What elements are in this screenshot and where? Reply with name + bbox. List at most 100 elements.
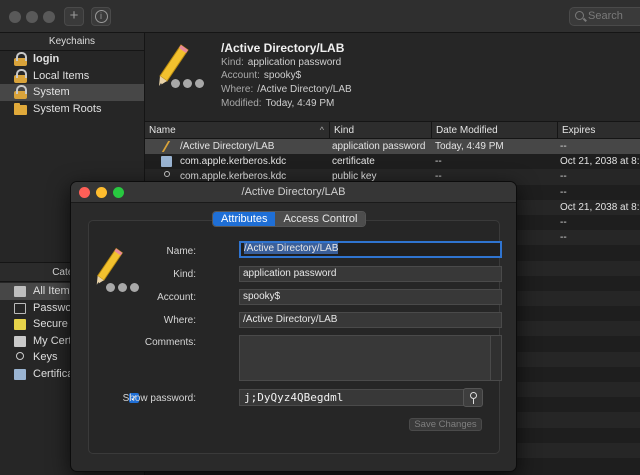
all-items-icon (14, 286, 26, 297)
item-info-dialog: /Active Directory/LAB Name: /Active Dire… (70, 181, 517, 472)
lock-icon (14, 85, 27, 99)
dialog-tabs: Attributes Access Control (212, 211, 367, 227)
column-header-name[interactable]: Name ^ (145, 122, 329, 139)
row-expires: Oct 21, 2038 at 8: (560, 201, 640, 213)
tab-access-control[interactable]: Access Control (275, 212, 366, 226)
category-item-label: All Items (33, 285, 76, 297)
certificate-icon (161, 156, 172, 168)
keys-icon (14, 352, 26, 363)
table-header: Name ^ Kind Date Modified Expires (145, 122, 640, 139)
item-title: /Active Directory/LAB (221, 41, 345, 55)
key-icon (164, 171, 170, 178)
row-expires: -- (560, 186, 567, 198)
my-certificates-icon (14, 335, 26, 347)
where-field-value: /Active Directory/LAB (243, 314, 338, 325)
show-password-label: Show password: (122, 393, 196, 404)
passwords-icon (14, 302, 26, 314)
account-value: spooky$ (263, 70, 302, 81)
category-item-label: Keys (33, 351, 58, 364)
row-expires: Oct 21, 2038 at 8: (560, 156, 640, 168)
get-info-button[interactable]: i (91, 7, 111, 26)
key-button[interactable] (463, 388, 483, 407)
row-expires: -- (560, 232, 567, 244)
password-value: j;DyQyz4QBegdml (244, 391, 344, 404)
account-field-value: spooky$ (243, 291, 281, 302)
table-row[interactable]: /Active Directory/LAB application passwo… (145, 139, 640, 155)
column-header-expires[interactable]: Expires (557, 122, 640, 139)
sidebar-item-label: Local Items (33, 69, 90, 82)
account-label: Account: (157, 292, 196, 303)
row-date: Today, 4:49 PM (435, 141, 504, 152)
search-field[interactable]: Search (569, 7, 640, 26)
name-field[interactable]: /Active Directory/LAB (239, 241, 502, 258)
attributes-panel: Name: /Active Directory/LAB Kind: applic… (88, 220, 502, 454)
lock-icon (14, 52, 27, 66)
column-label: Date Modified (436, 125, 498, 136)
keychains-header: Keychains (0, 33, 144, 51)
sidebar-item-login[interactable]: login (0, 51, 144, 68)
zoom-window-button[interactable] (43, 11, 55, 23)
info-icon: i (94, 10, 108, 23)
account-field[interactable]: spooky$ (239, 289, 502, 305)
where-label: Where: (221, 84, 254, 95)
close-window-button[interactable] (9, 11, 21, 23)
password-dots-icon (171, 79, 204, 88)
row-expires: -- (560, 141, 567, 152)
column-header-kind[interactable]: Kind (329, 122, 431, 139)
column-header-date-modified[interactable]: Date Modified (431, 122, 557, 139)
comments-scrollbar[interactable] (490, 336, 501, 380)
folder-icon (14, 102, 27, 115)
modified-label: Modified: (221, 98, 262, 109)
row-expires: -- (560, 216, 567, 228)
kind-value: application password (247, 57, 342, 68)
item-detail-header: /Active Directory/LAB Kind: application p… (145, 33, 640, 122)
lock-icon (14, 68, 27, 83)
table-row[interactable]: com.apple.kerberos.kdc certificate -- Oc… (145, 154, 640, 169)
password-field[interactable]: j;DyQyz4QBegdml (239, 389, 476, 406)
dialog-title: /Active Directory/LAB (241, 186, 346, 198)
where-label: Where: (163, 315, 196, 326)
column-label: Name (149, 125, 176, 136)
item-modified: Modified: Today, 4:49 PM (221, 98, 334, 109)
item-where: Where:/Active Directory/LAB (221, 84, 352, 95)
pencil-icon (96, 247, 123, 285)
add-item-button[interactable]: + (64, 7, 84, 26)
name-field-value: /Active Directory/LAB (244, 243, 339, 254)
sidebar-item-label: System (33, 86, 70, 98)
row-name: com.apple.kerberos.kdc (180, 156, 287, 168)
kind-label: Kind: (221, 57, 244, 68)
where-value: /Active Directory/LAB (257, 84, 352, 95)
row-date: -- (435, 156, 442, 168)
item-account: Account: spooky$ (221, 70, 301, 81)
name-label: Name: (166, 246, 196, 257)
where-field[interactable]: /Active Directory/LAB (239, 312, 502, 328)
row-kind: application password (332, 141, 426, 152)
item-kind: Kind: application password (221, 57, 341, 68)
dialog-titlebar: /Active Directory/LAB (71, 182, 516, 203)
comments-field[interactable] (239, 335, 502, 381)
column-label: Expires (562, 125, 596, 136)
password-dots-icon (106, 283, 139, 292)
account-label: Account: (221, 70, 260, 81)
tab-attributes[interactable]: Attributes (213, 212, 276, 226)
row-expires: -- (560, 171, 567, 183)
plus-icon: + (69, 7, 79, 24)
sidebar-item-system[interactable]: System (0, 84, 144, 101)
sidebar-item-label: login (33, 53, 60, 65)
certificates-icon (14, 368, 26, 380)
sidebar-item-system-roots[interactable]: System Roots (0, 101, 144, 118)
row-kind: certificate (332, 156, 375, 168)
modified-value: Today, 4:49 PM (265, 98, 335, 109)
search-icon (575, 11, 584, 20)
search-placeholder: Search (588, 10, 623, 22)
pencil-icon (161, 141, 180, 152)
secure-notes-icon (14, 319, 26, 331)
sidebar-item-local-items[interactable]: Local Items (0, 68, 144, 85)
save-changes-button[interactable]: Save Changes (409, 418, 482, 431)
minimize-window-button[interactable] (26, 11, 38, 23)
kind-field[interactable]: application password (239, 266, 502, 282)
sort-ascending-icon: ^ (319, 125, 324, 135)
main-toolbar: + i Search (0, 0, 640, 33)
kind-label: Kind: (173, 269, 196, 280)
column-label: Kind (334, 125, 355, 136)
